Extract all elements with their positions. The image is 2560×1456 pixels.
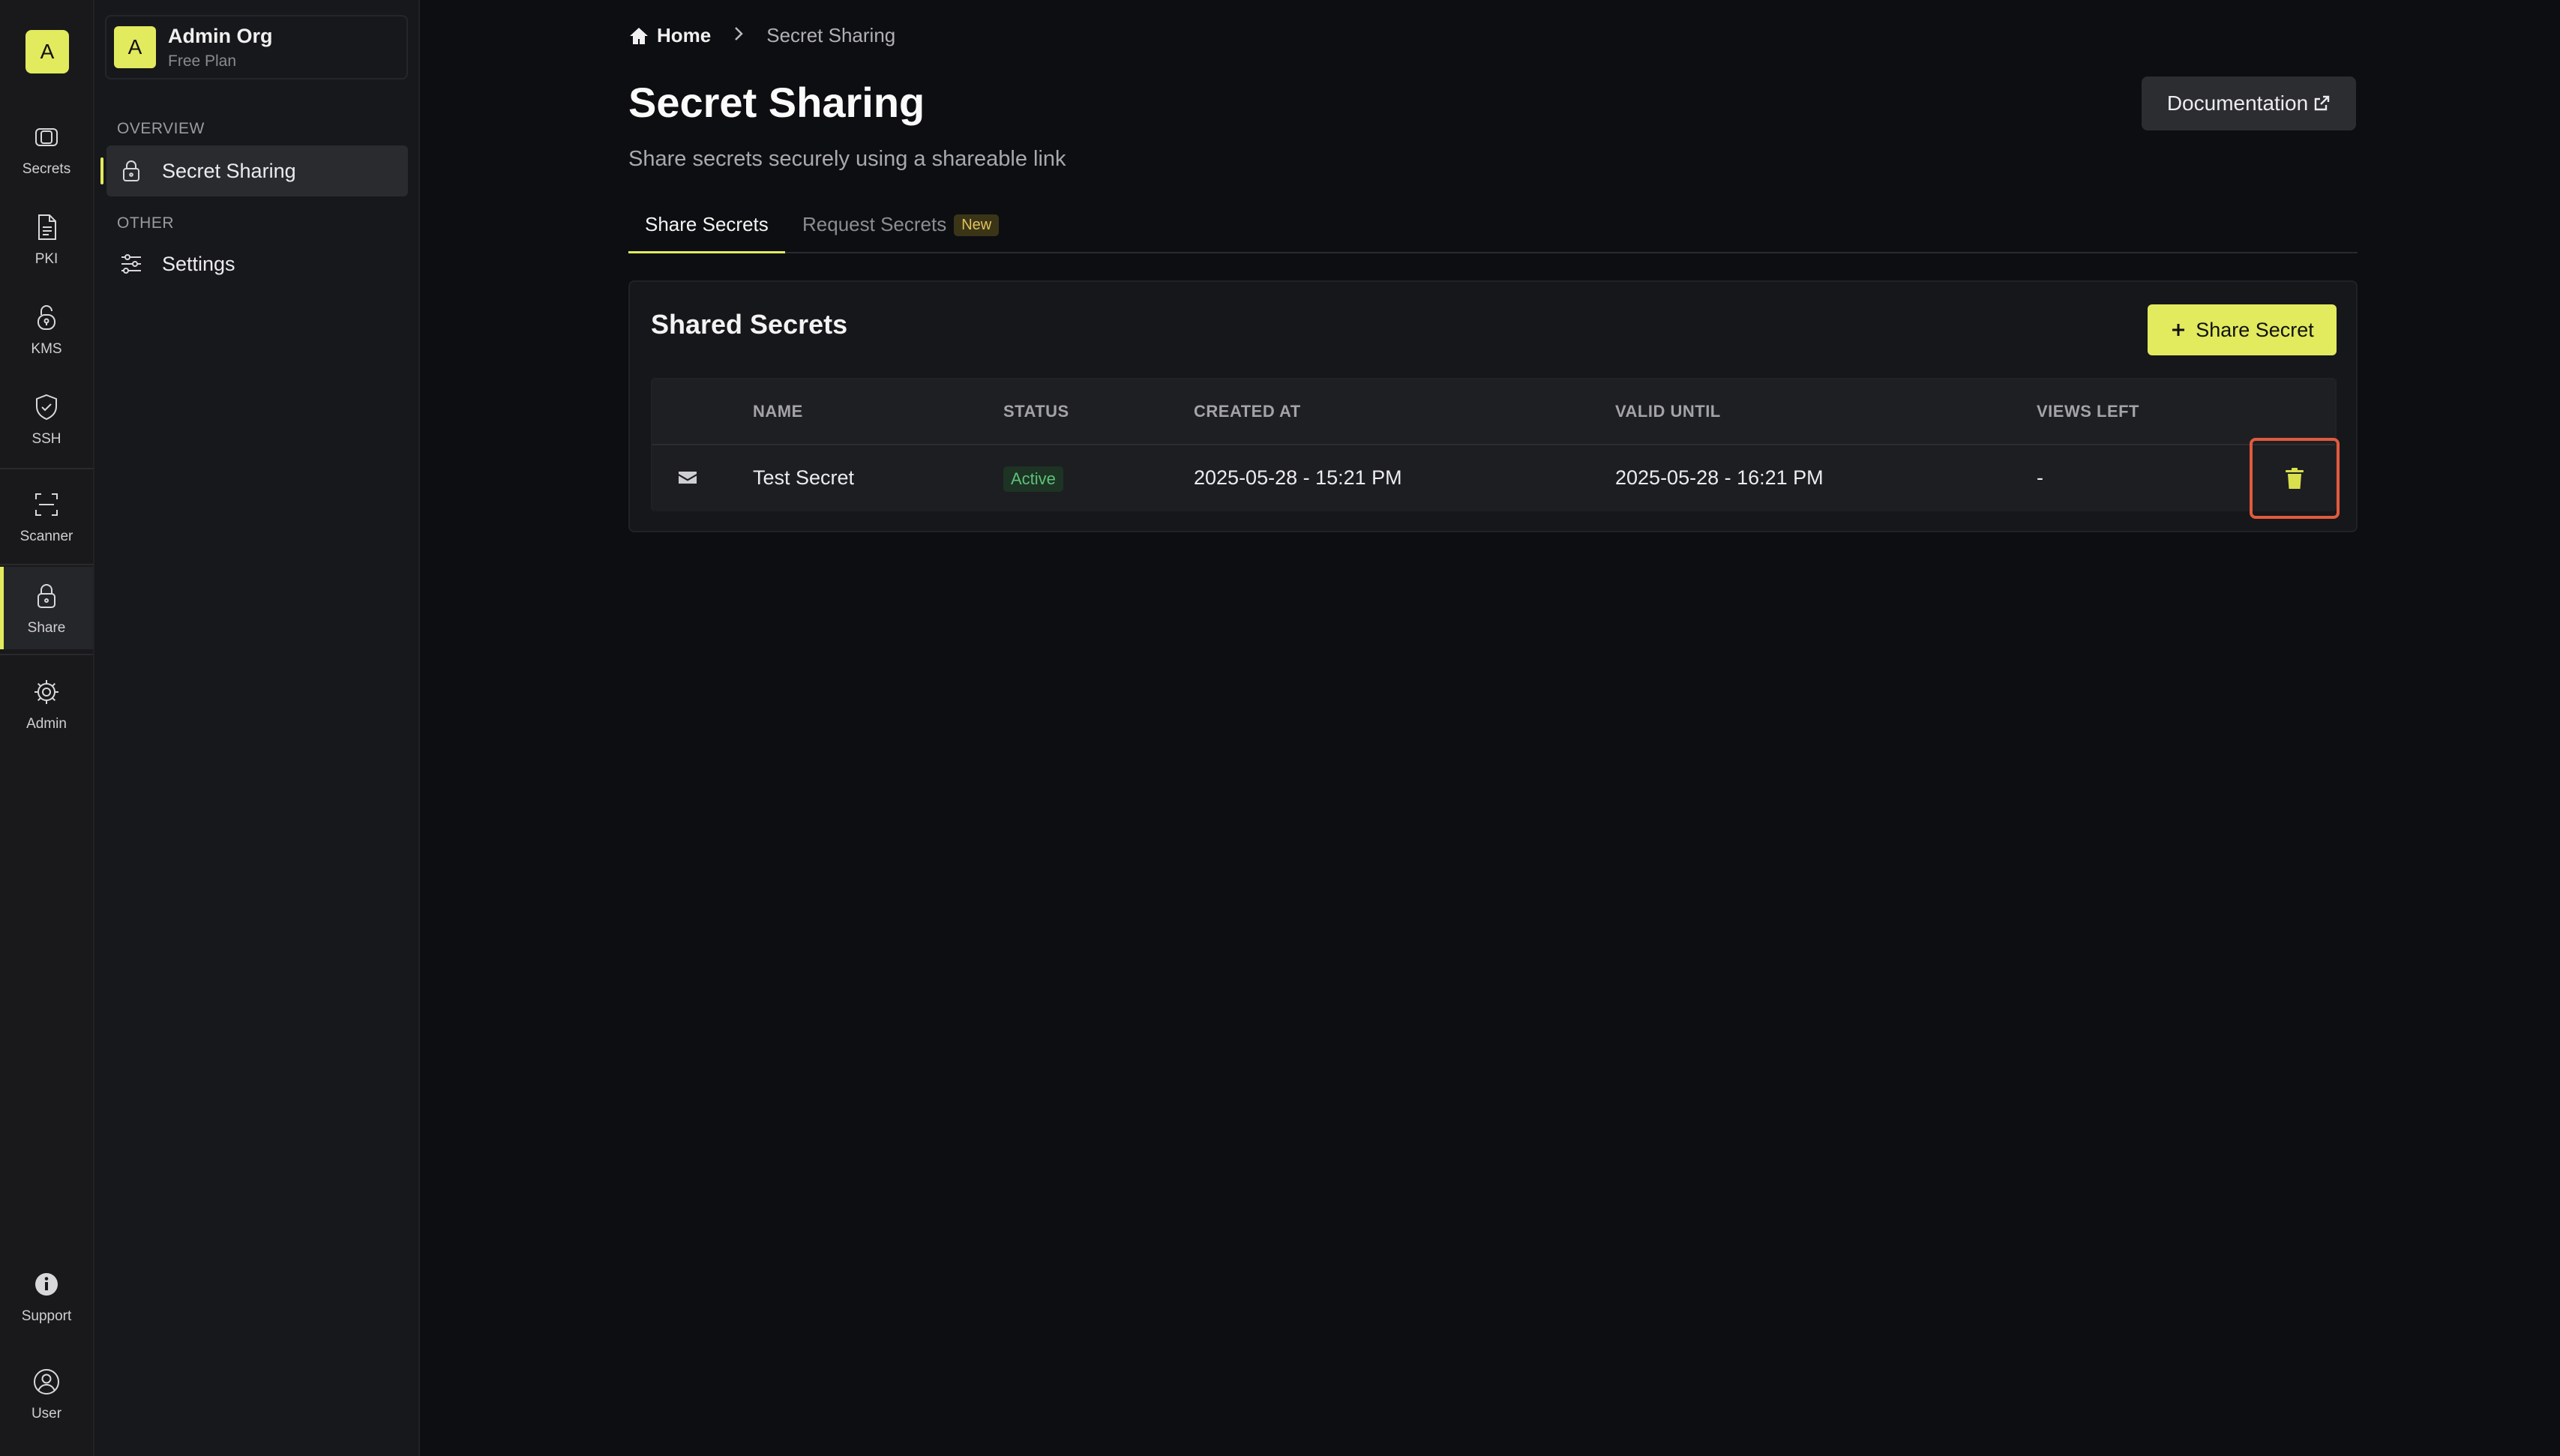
shield-check-icon <box>30 391 63 424</box>
lock-icon <box>30 580 63 613</box>
vault-icon <box>30 121 63 154</box>
plus-icon <box>2172 324 2185 336</box>
tab-request-label: Request Secrets <box>802 213 947 235</box>
sidebar-item-label: Secret Sharing <box>162 159 296 182</box>
delete-button[interactable] <box>2250 438 2340 519</box>
documentation-button[interactable]: Documentation <box>2142 76 2356 130</box>
rail-label: KMS <box>31 341 62 357</box>
sidebar-item-secret-sharing[interactable]: Secret Sharing <box>100 145 408 196</box>
sidebar-section-overview: OVERVIEW <box>117 120 205 137</box>
rail-label: PKI <box>34 251 58 267</box>
external-link-icon <box>2314 95 2330 111</box>
document-icon <box>30 211 63 244</box>
rail-label: Share <box>27 620 66 636</box>
new-badge: New <box>954 214 1000 236</box>
org-plan: Free Plan <box>168 52 237 70</box>
home-icon <box>630 27 648 44</box>
share-secret-button[interactable]: Share Secret <box>2148 304 2337 355</box>
org-logo[interactable]: A <box>25 30 69 73</box>
org-name: Admin Org <box>168 24 273 47</box>
card-title: Shared Secrets <box>651 309 848 340</box>
rail-item-scanner[interactable]: Scanner <box>0 475 93 558</box>
sidebar-section-other: OTHER <box>117 214 174 232</box>
page-title: Secret Sharing <box>628 79 925 126</box>
info-icon <box>30 1268 63 1301</box>
valid-until: 2025-05-28 - 16:21 PM <box>1615 466 1824 489</box>
column-header-views-left: VIEWS LEFT <box>2037 402 2139 421</box>
rail-divider <box>0 468 93 469</box>
envelope-icon <box>678 469 697 486</box>
rail-label: Support <box>21 1308 72 1324</box>
trash-icon <box>2286 468 2304 489</box>
rail-label: SSH <box>31 431 61 447</box>
tab-request-secrets[interactable]: Request Secrets New <box>802 213 1000 253</box>
table-row[interactable]: Test Secret Active 2025-05-28 - 15:21 PM… <box>652 438 2340 519</box>
breadcrumb: Home Secret Sharing <box>628 24 895 47</box>
secrets-table: NAME STATUS CREATED AT VALID UNTIL VIEWS… <box>651 378 2340 519</box>
tab-share-secrets[interactable]: Share Secrets <box>628 213 785 253</box>
user-icon <box>30 1365 63 1398</box>
rail-item-user[interactable]: User <box>0 1353 93 1435</box>
rail-label: Scanner <box>19 529 73 544</box>
icon-rail: A Secrets PKI KMS SSH Scanner Share Admi… <box>0 0 94 1456</box>
column-header-valid-until: VALID UNTIL <box>1615 402 1721 421</box>
rail-label: Secrets <box>22 161 71 177</box>
rail-item-admin[interactable]: Admin <box>0 663 93 745</box>
column-header-created-at: CREATED AT <box>1194 402 1301 421</box>
secret-name: Test Secret <box>753 466 855 489</box>
rail-label: User <box>31 1406 62 1422</box>
table-header: NAME STATUS CREATED AT VALID UNTIL VIEWS… <box>652 379 2335 445</box>
rail-item-ssh[interactable]: SSH <box>0 378 93 460</box>
status-badge: Active <box>1003 466 1063 492</box>
org-avatar: A <box>114 26 156 68</box>
breadcrumb-home-label: Home <box>657 24 712 46</box>
rail-label: Admin <box>26 716 67 732</box>
chevron-right-icon <box>711 24 766 47</box>
breadcrumb-current: Secret Sharing <box>766 24 896 46</box>
shared-secrets-card: Shared Secrets Share Secret NAME STATUS … <box>628 280 2358 532</box>
views-left: - <box>2037 466 2043 489</box>
created-at: 2025-05-28 - 15:21 PM <box>1194 466 1402 489</box>
sidebar-item-label: Settings <box>162 252 235 275</box>
tab-bar: Share Secrets Request Secrets New <box>628 204 2358 253</box>
rail-item-support[interactable]: Support <box>0 1255 93 1338</box>
column-header-name: NAME <box>753 402 803 421</box>
rail-divider <box>0 654 93 655</box>
sidebar-item-settings[interactable]: Settings <box>106 238 408 289</box>
lock-key-icon <box>30 301 63 334</box>
page-subtitle: Share secrets securely using a shareable… <box>628 147 1066 171</box>
org-switcher[interactable]: A Admin Org Free Plan <box>105 15 408 79</box>
rail-item-kms[interactable]: KMS <box>0 288 93 370</box>
rail-divider <box>0 564 93 565</box>
rail-item-pki[interactable]: PKI <box>0 198 93 280</box>
lock-icon <box>123 160 139 181</box>
column-header-status: STATUS <box>1003 402 1069 421</box>
scan-icon <box>30 488 63 521</box>
rail-item-share[interactable]: Share <box>0 567 93 649</box>
share-secret-label: Share Secret <box>2196 318 2314 341</box>
breadcrumb-home[interactable]: Home <box>628 24 711 47</box>
gear-icon <box>30 676 63 709</box>
documentation-label: Documentation <box>2166 91 2309 115</box>
rail-item-secrets[interactable]: Secrets <box>0 108 93 190</box>
sliders-icon <box>121 254 141 274</box>
org-logo-letter: A <box>40 40 55 63</box>
